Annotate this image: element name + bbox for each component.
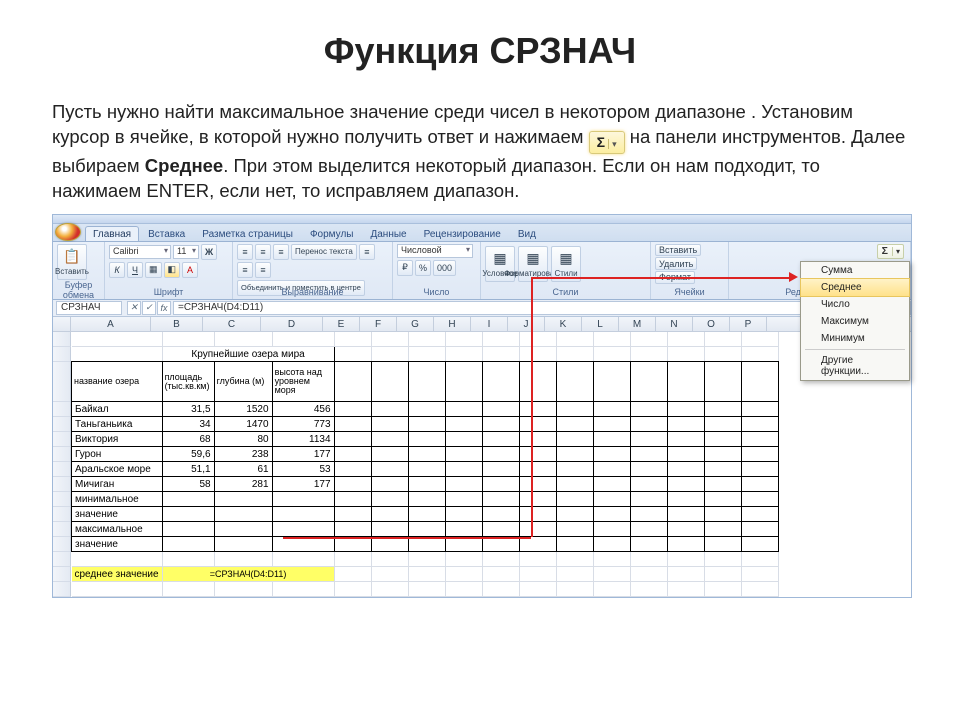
group-number: Числовой ₽ % 000 Число xyxy=(393,242,481,299)
result-label: среднее значение xyxy=(72,567,163,582)
align-right[interactable]: ≡ xyxy=(255,262,271,278)
number-format-select[interactable]: Числовой xyxy=(397,244,473,258)
group-clipboard: 📋Вставить Буфер обмена xyxy=(53,242,105,299)
sigma-icon: Σ xyxy=(878,245,892,257)
sigma-icon: Σ xyxy=(594,134,608,150)
chevron-down-icon: ▾ xyxy=(892,247,903,256)
col-B[interactable]: B xyxy=(151,317,203,331)
menu-more-fn[interactable]: Другие функции... xyxy=(801,352,909,380)
tab-data[interactable]: Данные xyxy=(362,226,414,241)
border-button[interactable]: ▦ xyxy=(145,262,162,278)
tab-insert[interactable]: Вставка xyxy=(140,226,193,241)
office-button[interactable] xyxy=(55,223,81,241)
align-left[interactable]: ≡ xyxy=(359,244,375,260)
ribbon: 📋Вставить Буфер обмена Calibri 11 Ж К Ч … xyxy=(53,242,911,300)
col-A[interactable]: A xyxy=(71,317,151,331)
worksheet[interactable]: A B C D E F G H I J K L M N O P xyxy=(53,317,911,598)
arrow-annotation xyxy=(283,537,531,539)
cancel-icon[interactable]: ✕ xyxy=(127,301,141,315)
wrap-text[interactable]: Перенос текста xyxy=(291,244,357,260)
menu-average[interactable]: Среднее xyxy=(800,278,910,297)
ribbon-tabs: Главная Вставка Разметка страницы Формул… xyxy=(53,224,911,242)
paste-button[interactable]: 📋Вставить xyxy=(57,244,87,280)
chevron-down-icon: ▾ xyxy=(608,139,620,149)
window-titlebar xyxy=(53,215,911,224)
insert-cells[interactable]: Вставить xyxy=(655,244,701,257)
comma-button[interactable]: 000 xyxy=(433,260,456,276)
arrow-annotation xyxy=(531,277,789,279)
menu-count[interactable]: Число xyxy=(801,296,909,313)
autosum-dropdown: Сумма Среднее Число Максимум Минимум Дру… xyxy=(800,261,910,381)
page-title: Функция СРЗНАЧ xyxy=(52,30,908,72)
arrow-annotation xyxy=(531,277,533,537)
tab-review[interactable]: Рецензирование xyxy=(416,226,509,241)
menu-sum[interactable]: Сумма xyxy=(801,262,909,279)
autosum-button[interactable]: Σ ▾ xyxy=(877,244,904,259)
italic-button[interactable]: К xyxy=(109,262,125,278)
align-top[interactable]: ≡ xyxy=(237,244,253,260)
align-mid[interactable]: ≡ xyxy=(255,244,271,260)
group-alignment: ≡ ≡ ≡ Перенос текста ≡ ≡ ≡ Объединить и … xyxy=(233,242,393,299)
delete-cells[interactable]: Удалить xyxy=(655,257,697,270)
menu-max[interactable]: Максимум xyxy=(801,313,909,330)
description: Пусть нужно найти максимальное значение … xyxy=(52,100,908,204)
table-title: Крупнейшие озера мира xyxy=(162,347,334,362)
group-font: Calibri 11 Ж К Ч ▦ ◧ A Шрифт xyxy=(105,242,233,299)
group-editing: Σ ▾ Сумма Среднее Число Максимум Минимум… xyxy=(729,242,911,299)
align-bot[interactable]: ≡ xyxy=(273,244,289,260)
tab-home[interactable]: Главная xyxy=(85,226,139,241)
font-color-button[interactable]: A xyxy=(182,262,198,278)
ok-icon[interactable]: ✓ xyxy=(142,301,156,315)
col-C[interactable]: C xyxy=(203,317,261,331)
formula-bar: СРЗНАЧ ✕ ✓ fx =СРЗНАЧ(D4:D11) xyxy=(53,300,911,317)
menu-min[interactable]: Минимум xyxy=(801,330,909,347)
grid[interactable]: Крупнейшие озера мира название озера пло… xyxy=(71,332,779,598)
col-D[interactable]: D xyxy=(261,317,323,331)
font-name-select[interactable]: Calibri xyxy=(109,245,171,259)
currency-button[interactable]: ₽ xyxy=(397,260,413,276)
tab-view[interactable]: Вид xyxy=(510,226,544,241)
name-box[interactable]: СРЗНАЧ xyxy=(56,301,122,315)
fill-button[interactable]: ◧ xyxy=(164,262,181,278)
percent-button[interactable]: % xyxy=(415,260,431,276)
fx-icon[interactable]: fx xyxy=(157,301,171,315)
align-center[interactable]: ≡ xyxy=(237,262,253,278)
col-E[interactable]: E xyxy=(323,317,360,331)
underline-button[interactable]: Ч xyxy=(127,262,143,278)
excel-window: Главная Вставка Разметка страницы Формул… xyxy=(52,214,912,599)
font-size-select[interactable]: 11 xyxy=(173,245,199,259)
tab-formulas[interactable]: Формулы xyxy=(302,226,362,241)
result-formula: =СРЗНАЧ(D4:D11) xyxy=(162,567,334,582)
row-headers xyxy=(53,332,71,598)
group-cells: Вставить Удалить Формат Ячейки xyxy=(651,242,729,299)
bold-button[interactable]: Ж xyxy=(201,244,217,260)
tab-layout[interactable]: Разметка страницы xyxy=(194,226,301,241)
sigma-button-inline: Σ▾ xyxy=(589,131,625,154)
group-styles: ▦Условное ▦Форматировать ▦Стили Стили xyxy=(481,242,651,299)
arrow-head-icon xyxy=(789,272,798,282)
